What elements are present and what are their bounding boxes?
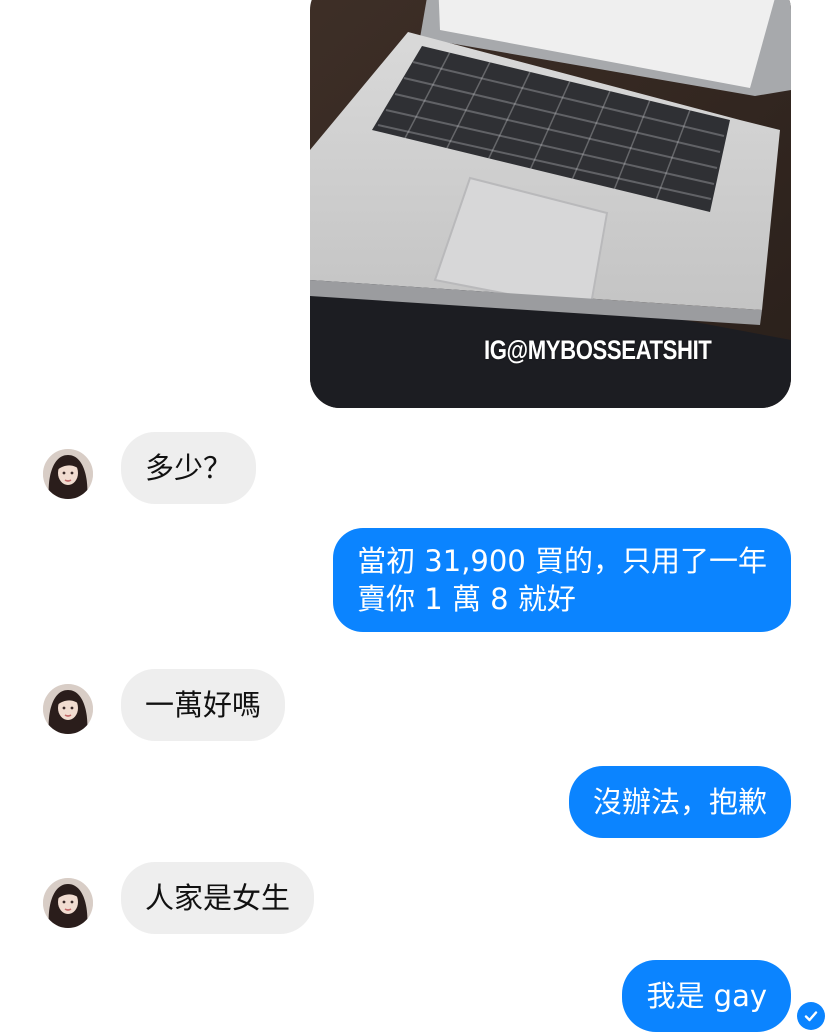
message-text: 人家是女生 [145, 881, 291, 915]
avatar-portrait-icon [43, 878, 93, 928]
checkmark-circle-icon [797, 1002, 825, 1030]
message-text-line-1: 當初 31,900 買的，只用了一年 [357, 544, 767, 578]
outgoing-message-bubble[interactable]: 當初 31,900 買的，只用了一年 賣你 1 萬 8 就好 [333, 528, 791, 632]
contact-avatar[interactable] [43, 449, 93, 499]
message-text-line-2: 賣你 1 萬 8 就好 [357, 582, 576, 616]
message-text: 我是 gay [646, 979, 767, 1013]
incoming-message-bubble[interactable]: 一萬好嗎 [121, 669, 286, 741]
avatar-portrait-icon [43, 449, 93, 499]
avatar-portrait-icon [43, 684, 93, 734]
incoming-message-bubble[interactable]: 人家是女生 [121, 862, 315, 934]
message-text: 一萬好嗎 [145, 688, 262, 722]
contact-avatar[interactable] [43, 878, 93, 928]
outgoing-message-bubble[interactable]: 沒辦法，抱歉 [568, 766, 791, 838]
contact-avatar[interactable] [43, 684, 93, 734]
incoming-message-bubble[interactable]: 多少？ [121, 432, 257, 504]
message-text: 多少？ [145, 451, 233, 485]
checkmark-icon [804, 1011, 818, 1022]
photo-watermark: IG@MYBOSSEATSHIT [484, 335, 712, 365]
message-text: 沒辦法，抱歉 [592, 785, 767, 819]
outgoing-message-bubble[interactable]: 我是 gay [622, 960, 791, 1032]
